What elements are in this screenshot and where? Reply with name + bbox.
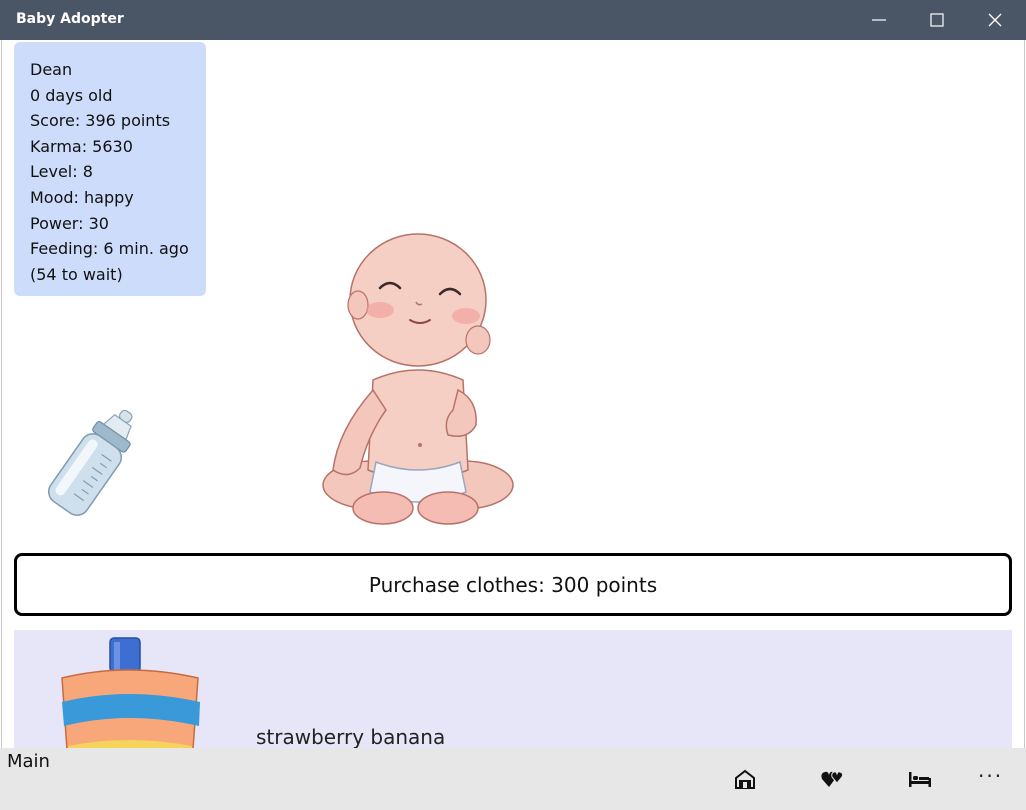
page-title: Main — [7, 751, 50, 772]
title-bar: Baby Adopter — [0, 0, 1026, 40]
feeding-text: Feeding: 6 min. ago — [30, 239, 189, 259]
close-button[interactable] — [966, 0, 1024, 40]
home-icon — [735, 769, 755, 789]
mood-text: Mood: happy — [30, 187, 134, 207]
app-bar: Main ··· — [0, 748, 1026, 810]
power-text: Power: 30 — [30, 213, 109, 233]
karma-text: Karma: 5630 — [30, 136, 133, 156]
baby-image[interactable] — [318, 230, 518, 530]
bed-icon — [909, 772, 931, 787]
level-text: Level: 8 — [30, 162, 93, 182]
food-list-item[interactable]: strawberry banana — [14, 630, 1012, 748]
stats-panel: Dean 0 days old Score: 396 points Karma:… — [14, 42, 206, 296]
minimize-icon — [872, 19, 886, 21]
food-pouch-icon — [61, 637, 200, 748]
minimize-button[interactable] — [850, 0, 908, 40]
home-button[interactable] — [725, 762, 765, 796]
food-name: strawberry banana — [256, 725, 446, 748]
window-title: Baby Adopter — [16, 11, 124, 27]
bottle-icon[interactable] — [40, 400, 150, 525]
hearts-icon — [821, 771, 844, 787]
wait-text: (54 to wait) — [30, 264, 123, 284]
baby-name: Dean — [30, 60, 73, 79]
close-icon — [988, 13, 1002, 27]
baby-age: 0 days old — [30, 85, 113, 105]
purchase-clothes-button[interactable]: Purchase clothes: 300 points — [14, 553, 1012, 616]
maximize-button[interactable] — [908, 0, 966, 40]
score-text: Score: 396 points — [30, 111, 171, 131]
hearts-button[interactable] — [813, 762, 853, 796]
more-icon[interactable]: ··· — [978, 764, 1003, 788]
sleep-button[interactable] — [900, 762, 940, 796]
maximize-icon — [930, 13, 944, 27]
